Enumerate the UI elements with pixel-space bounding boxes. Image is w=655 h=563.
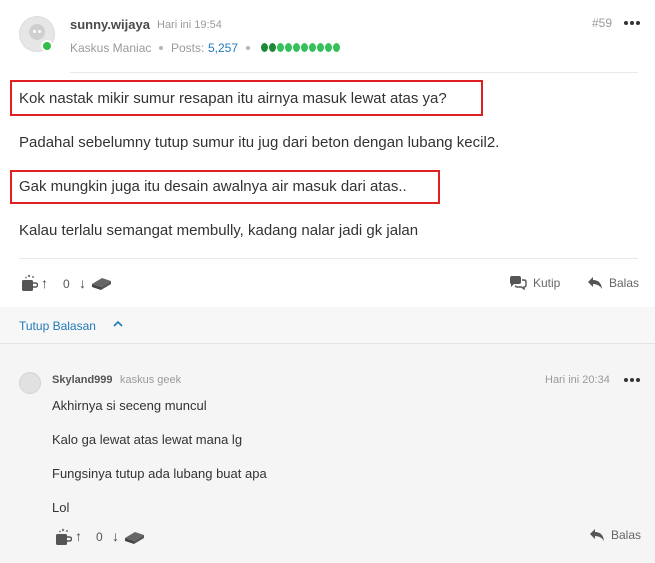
body-divider [19, 258, 638, 259]
post-paragraph: Kalau terlalu semangat membully, kadang … [19, 222, 419, 239]
upvote-icon[interactable]: ↑ [75, 528, 82, 544]
reply-user-rank: kaskus geek [120, 374, 182, 386]
header-divider [70, 72, 638, 73]
post-paragraph: Gak mungkin juga itu desain awalnya air … [19, 178, 407, 195]
reputation-dot [309, 43, 316, 52]
post-time: Hari ini 19:54 [157, 19, 222, 31]
post-number[interactable]: #59 [592, 16, 612, 30]
online-status-icon [41, 40, 53, 52]
reply-label: Balas [611, 528, 642, 542]
post-actions: ↑ 0 ↓ Kutip Balas [0, 270, 655, 300]
posts-label: Posts: [171, 41, 205, 55]
reputation-bar [261, 43, 340, 52]
quote-button[interactable]: Kutip [509, 276, 560, 290]
reputation-dot [293, 43, 300, 52]
downvote-icon[interactable]: ↓ [112, 528, 119, 544]
post-username[interactable]: sunny.wijaya [70, 17, 150, 32]
user-rank: Kaskus Maniac [70, 41, 152, 55]
reputation-dot [285, 43, 292, 52]
reply-icon [588, 277, 602, 289]
reply-vote-count: 0 [96, 530, 103, 544]
reply-icon [590, 529, 604, 541]
toggle-replies-bar[interactable]: Tutup Balasan [0, 307, 655, 343]
cendol-icon[interactable] [55, 528, 72, 546]
toggle-replies-label[interactable]: Tutup Balasan [19, 319, 96, 333]
reply-username[interactable]: Skyland999 [52, 374, 113, 386]
posts-count[interactable]: 5,257 [208, 41, 238, 55]
separator-dot [246, 46, 250, 50]
separator-dot [159, 46, 163, 50]
upvote-icon[interactable]: ↑ [41, 275, 48, 291]
post-paragraph: Kok nastak mikir sumur resapan itu airny… [19, 90, 447, 107]
reply-reply-button[interactable]: Balas [589, 528, 641, 542]
downvote-icon[interactable]: ↓ [79, 275, 86, 291]
bata-icon[interactable] [89, 275, 113, 291]
reputation-dot [269, 43, 276, 52]
chevron-up-icon[interactable] [113, 320, 123, 328]
vote-count: 0 [63, 277, 70, 291]
reply-line: Akhirnya si seceng muncul [52, 398, 207, 413]
reputation-dot [317, 43, 324, 52]
reply-time: Hari ini 20:34 [545, 374, 610, 386]
post-paragraph: Padahal sebelumny tutup sumur itu jug da… [19, 134, 500, 151]
reputation-dot [261, 43, 268, 52]
reply-line: Kalo ga lewat atas lewat mana lg [52, 432, 243, 447]
quote-label: Kutip [533, 276, 561, 290]
reputation-dot [301, 43, 308, 52]
reply-label: Balas [609, 276, 640, 290]
reputation-dot [325, 43, 332, 52]
reply-line: Lol [52, 500, 70, 515]
cendol-icon[interactable] [21, 274, 38, 292]
reputation-dot [333, 43, 340, 52]
reply-avatar[interactable] [19, 372, 41, 394]
reply-line: Fungsinya tutup ada lubang buat apa [52, 466, 267, 481]
post-header: sunny.wijaya Hari ini 19:54 Kaskus Mania… [0, 0, 655, 72]
quote-icon [510, 276, 527, 290]
reply-button[interactable]: Balas [587, 276, 639, 290]
avatar-face [29, 24, 45, 40]
more-icon[interactable] [624, 21, 640, 25]
reputation-dot [277, 43, 284, 52]
more-icon[interactable] [624, 378, 640, 382]
bata-icon[interactable] [122, 529, 146, 545]
